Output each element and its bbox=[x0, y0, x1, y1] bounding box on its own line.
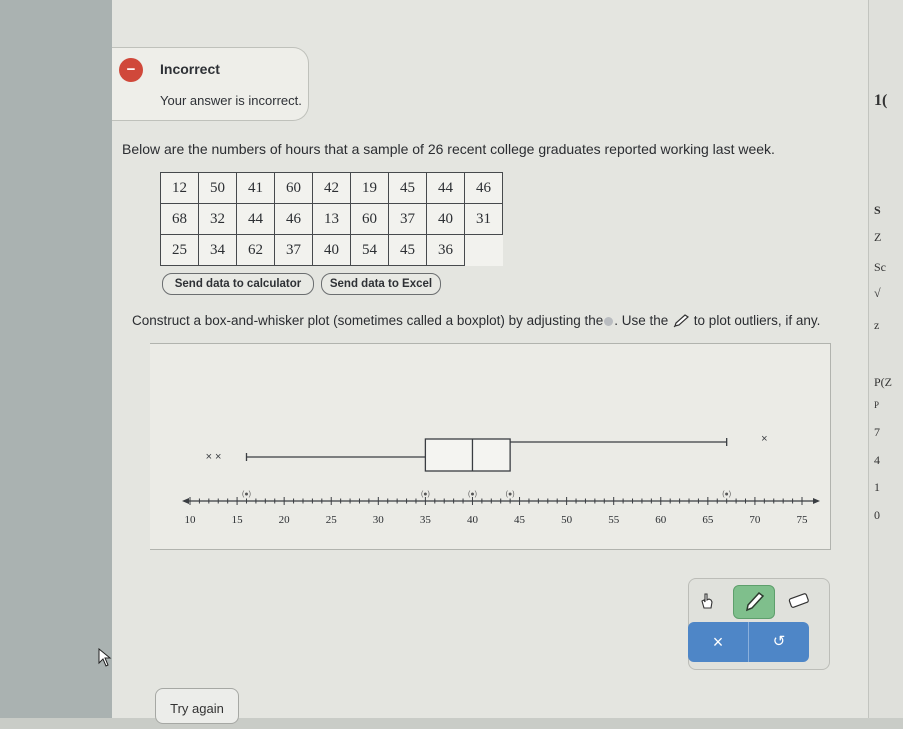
boxplot-chart[interactable]: 10 15 20 25 30 35 40 45 50 55 60 65 70 75 (●) (●) (●) (●)… bbox=[150, 343, 830, 548]
clear-button[interactable]: × bbox=[688, 622, 748, 662]
table-cell: 37 bbox=[388, 203, 427, 235]
right-fragment: S bbox=[874, 203, 881, 217]
tick-label: 20 bbox=[279, 514, 291, 526]
table-cell: 31 bbox=[464, 203, 503, 235]
tick-label: 65 bbox=[702, 514, 714, 526]
axis-arrow-right-icon bbox=[813, 498, 820, 504]
send-to-excel-button[interactable]: Send data to Excel bbox=[321, 273, 441, 295]
pencil-icon bbox=[673, 314, 690, 328]
table-cell: 46 bbox=[274, 203, 313, 235]
drag-handle[interactable]: (●) bbox=[506, 491, 515, 498]
right-fragment: √ bbox=[874, 286, 881, 300]
tick-label: 60 bbox=[655, 514, 667, 526]
feedback-message: Your answer is incorrect. bbox=[160, 93, 302, 108]
table-row: 25 34 62 37 40 54 45 36 bbox=[160, 234, 503, 266]
question-prompt: Below are the numbers of hours that a sa… bbox=[122, 141, 775, 157]
table-cell: 36 bbox=[426, 234, 465, 266]
tick-label: 75 bbox=[797, 514, 809, 526]
table-cell: 19 bbox=[350, 172, 389, 204]
table-cell: 40 bbox=[312, 234, 351, 266]
data-table: 12 50 41 60 42 19 45 44 46 68 32 44 46 1… bbox=[160, 172, 503, 266]
tick-label: 25 bbox=[326, 514, 338, 526]
table-row: 68 32 44 46 13 60 37 40 31 bbox=[160, 203, 503, 235]
tick-label: 40 bbox=[467, 514, 479, 526]
table-cell: 68 bbox=[160, 203, 199, 235]
right-fragment: Sc bbox=[874, 260, 886, 274]
tick-label: 45 bbox=[514, 514, 526, 526]
right-fragment: 4 bbox=[874, 453, 880, 467]
table-cell: 60 bbox=[274, 172, 313, 204]
send-to-calculator-button[interactable]: Send data to calculator bbox=[162, 273, 314, 295]
tick-label: 70 bbox=[749, 514, 761, 526]
tick-label: 15 bbox=[232, 514, 244, 526]
pencil-icon[interactable] bbox=[733, 585, 775, 619]
instruction-part2: . Use the bbox=[614, 313, 669, 328]
table-cell: 12 bbox=[160, 172, 199, 204]
table-cell-empty bbox=[465, 235, 503, 266]
minus-circle-icon: − bbox=[119, 58, 143, 82]
instruction-part1: Construct a box-and-whisker plot (someti… bbox=[132, 313, 604, 328]
left-background-panel bbox=[0, 0, 112, 718]
tick-label: 50 bbox=[561, 514, 573, 526]
instruction-part3: to plot outliers, if any. bbox=[693, 313, 821, 328]
outlier-mark[interactable]: × bbox=[215, 451, 221, 463]
drag-handle[interactable]: (●) bbox=[242, 491, 251, 498]
eraser-icon[interactable] bbox=[785, 592, 813, 612]
table-cell: 42 bbox=[312, 172, 351, 204]
hand-pointer-icon[interactable] bbox=[693, 592, 721, 612]
table-cell: 37 bbox=[274, 234, 313, 266]
tick-label: 35 bbox=[420, 514, 432, 526]
tick-label: 55 bbox=[608, 514, 620, 526]
table-cell: 62 bbox=[236, 234, 275, 266]
outlier-mark[interactable]: × bbox=[206, 451, 212, 463]
handle-icon bbox=[604, 316, 614, 326]
undo-button[interactable]: ↺ bbox=[748, 622, 809, 662]
feedback-box bbox=[112, 47, 309, 121]
right-fragment: P bbox=[874, 400, 880, 410]
feedback-status: Incorrect bbox=[160, 61, 220, 77]
axis-arrow-left-icon bbox=[182, 498, 189, 504]
table-cell: 41 bbox=[236, 172, 275, 204]
drag-handle[interactable]: (●) bbox=[421, 491, 430, 498]
tick-label: 30 bbox=[373, 514, 385, 526]
table-cell: 25 bbox=[160, 234, 199, 266]
tick-label: 10 bbox=[185, 514, 197, 526]
drag-handle[interactable]: (●) bbox=[468, 491, 477, 498]
drag-handle[interactable]: (●) bbox=[722, 491, 731, 498]
table-cell: 40 bbox=[426, 203, 465, 235]
right-fragment: 0 bbox=[874, 508, 880, 522]
right-fragment: 7 bbox=[874, 425, 880, 439]
table-cell: 46 bbox=[464, 172, 503, 204]
right-fragment: 1( bbox=[874, 92, 888, 109]
table-cell: 45 bbox=[388, 234, 427, 266]
interquartile-box[interactable] bbox=[424, 438, 511, 472]
table-cell: 34 bbox=[198, 234, 237, 266]
table-cell: 44 bbox=[426, 172, 465, 204]
table-cell: 45 bbox=[388, 172, 427, 204]
mouse-cursor-icon bbox=[98, 648, 112, 667]
table-cell: 32 bbox=[198, 203, 237, 235]
table-cell: 44 bbox=[236, 203, 275, 235]
try-again-button[interactable]: Try again bbox=[155, 688, 239, 724]
table-cell: 13 bbox=[312, 203, 351, 235]
table-cell: 50 bbox=[198, 172, 237, 204]
instruction-text: Construct a box-and-whisker plot (someti… bbox=[132, 313, 820, 328]
right-fragment: 1 bbox=[874, 480, 880, 494]
right-fragment: P(Z bbox=[874, 375, 892, 389]
right-fragment: z bbox=[874, 318, 880, 332]
table-cell: 60 bbox=[350, 203, 389, 235]
right-fragment: Z bbox=[874, 230, 882, 244]
outlier-mark[interactable]: × bbox=[761, 433, 767, 445]
table-cell: 54 bbox=[350, 234, 389, 266]
table-row: 12 50 41 60 42 19 45 44 46 bbox=[160, 172, 503, 204]
